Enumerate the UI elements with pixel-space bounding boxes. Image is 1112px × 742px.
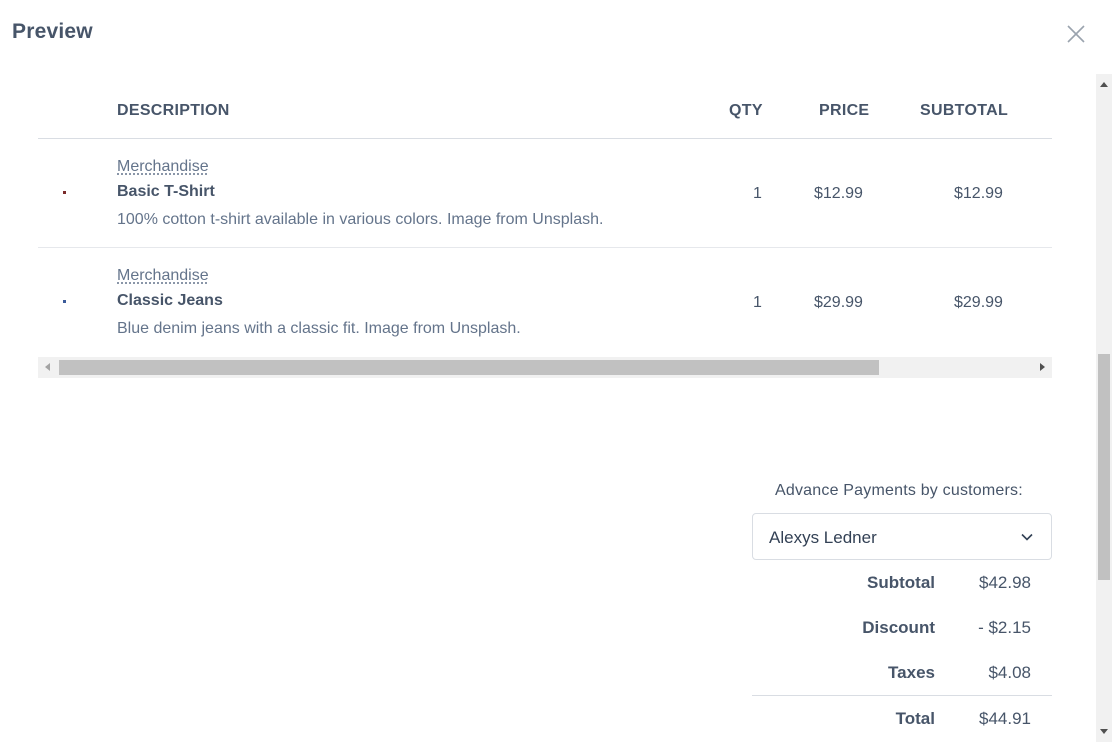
subtotal-label: Subtotal xyxy=(867,573,935,593)
page-scrollbar[interactable] xyxy=(1096,74,1112,742)
table-row: Merchandise Basic T-Shirt 100% cotton t-… xyxy=(38,139,1052,248)
header-description: DESCRIPTION xyxy=(117,102,230,120)
summary-divider xyxy=(752,695,1052,696)
advance-payments-label: Advance Payments by customers: xyxy=(775,482,1023,500)
product-subtotal: $12.99 xyxy=(954,185,1003,203)
discount-value: - $2.15 xyxy=(978,618,1031,638)
summary-total-row: Total $44.91 xyxy=(752,709,1052,742)
product-name: Basic T-Shirt xyxy=(117,183,215,201)
product-category[interactable]: Merchandise xyxy=(117,158,209,176)
product-qty: 1 xyxy=(753,294,762,312)
product-qty: 1 xyxy=(753,185,762,203)
summary-subtotal-row: Subtotal $42.98 xyxy=(752,573,1052,618)
table-horizontal-scrollbar[interactable] xyxy=(38,357,1052,378)
customer-select[interactable]: Alexys Ledner xyxy=(752,513,1052,560)
discount-label: Discount xyxy=(862,618,935,638)
summary-taxes-row: Taxes $4.08 xyxy=(752,663,1052,708)
summary-discount-row: Discount - $2.15 xyxy=(752,618,1052,663)
header-price: PRICE xyxy=(819,102,869,120)
product-thumbnail xyxy=(63,191,66,194)
total-value: $44.91 xyxy=(979,709,1031,729)
table-row: Merchandise Classic Jeans Blue denim jea… xyxy=(38,248,1052,354)
product-price: $29.99 xyxy=(814,294,863,312)
total-label: Total xyxy=(896,709,935,729)
header-qty: QTY xyxy=(729,102,763,120)
customer-select-value: Alexys Ledner xyxy=(769,528,877,548)
product-price: $12.99 xyxy=(814,185,863,203)
header-subtotal: SUBTOTAL xyxy=(920,102,1008,120)
product-description: Blue denim jeans with a classic fit. Ima… xyxy=(117,320,521,338)
product-name: Classic Jeans xyxy=(117,292,223,310)
scrollbar-thumb[interactable] xyxy=(1098,354,1110,580)
scrollbar-thumb[interactable] xyxy=(59,360,879,375)
product-subtotal: $29.99 xyxy=(954,294,1003,312)
taxes-value: $4.08 xyxy=(988,663,1031,683)
chevron-down-icon xyxy=(1019,529,1035,545)
scroll-down-icon[interactable] xyxy=(1100,729,1108,734)
product-description: 100% cotton t-shirt available in various… xyxy=(117,211,603,229)
dialog-title: Preview xyxy=(12,20,93,44)
close-icon[interactable] xyxy=(1064,22,1088,46)
product-thumbnail xyxy=(63,300,66,303)
scroll-right-icon[interactable] xyxy=(1040,363,1045,371)
product-category[interactable]: Merchandise xyxy=(117,267,209,285)
subtotal-value: $42.98 xyxy=(979,573,1031,593)
scroll-left-icon[interactable] xyxy=(45,363,50,371)
table-header: DESCRIPTION QTY PRICE SUBTOTAL xyxy=(38,84,1052,139)
line-items-table: DESCRIPTION QTY PRICE SUBTOTAL Merchandi… xyxy=(38,84,1052,354)
scroll-up-icon[interactable] xyxy=(1100,82,1108,87)
taxes-label: Taxes xyxy=(888,663,935,683)
